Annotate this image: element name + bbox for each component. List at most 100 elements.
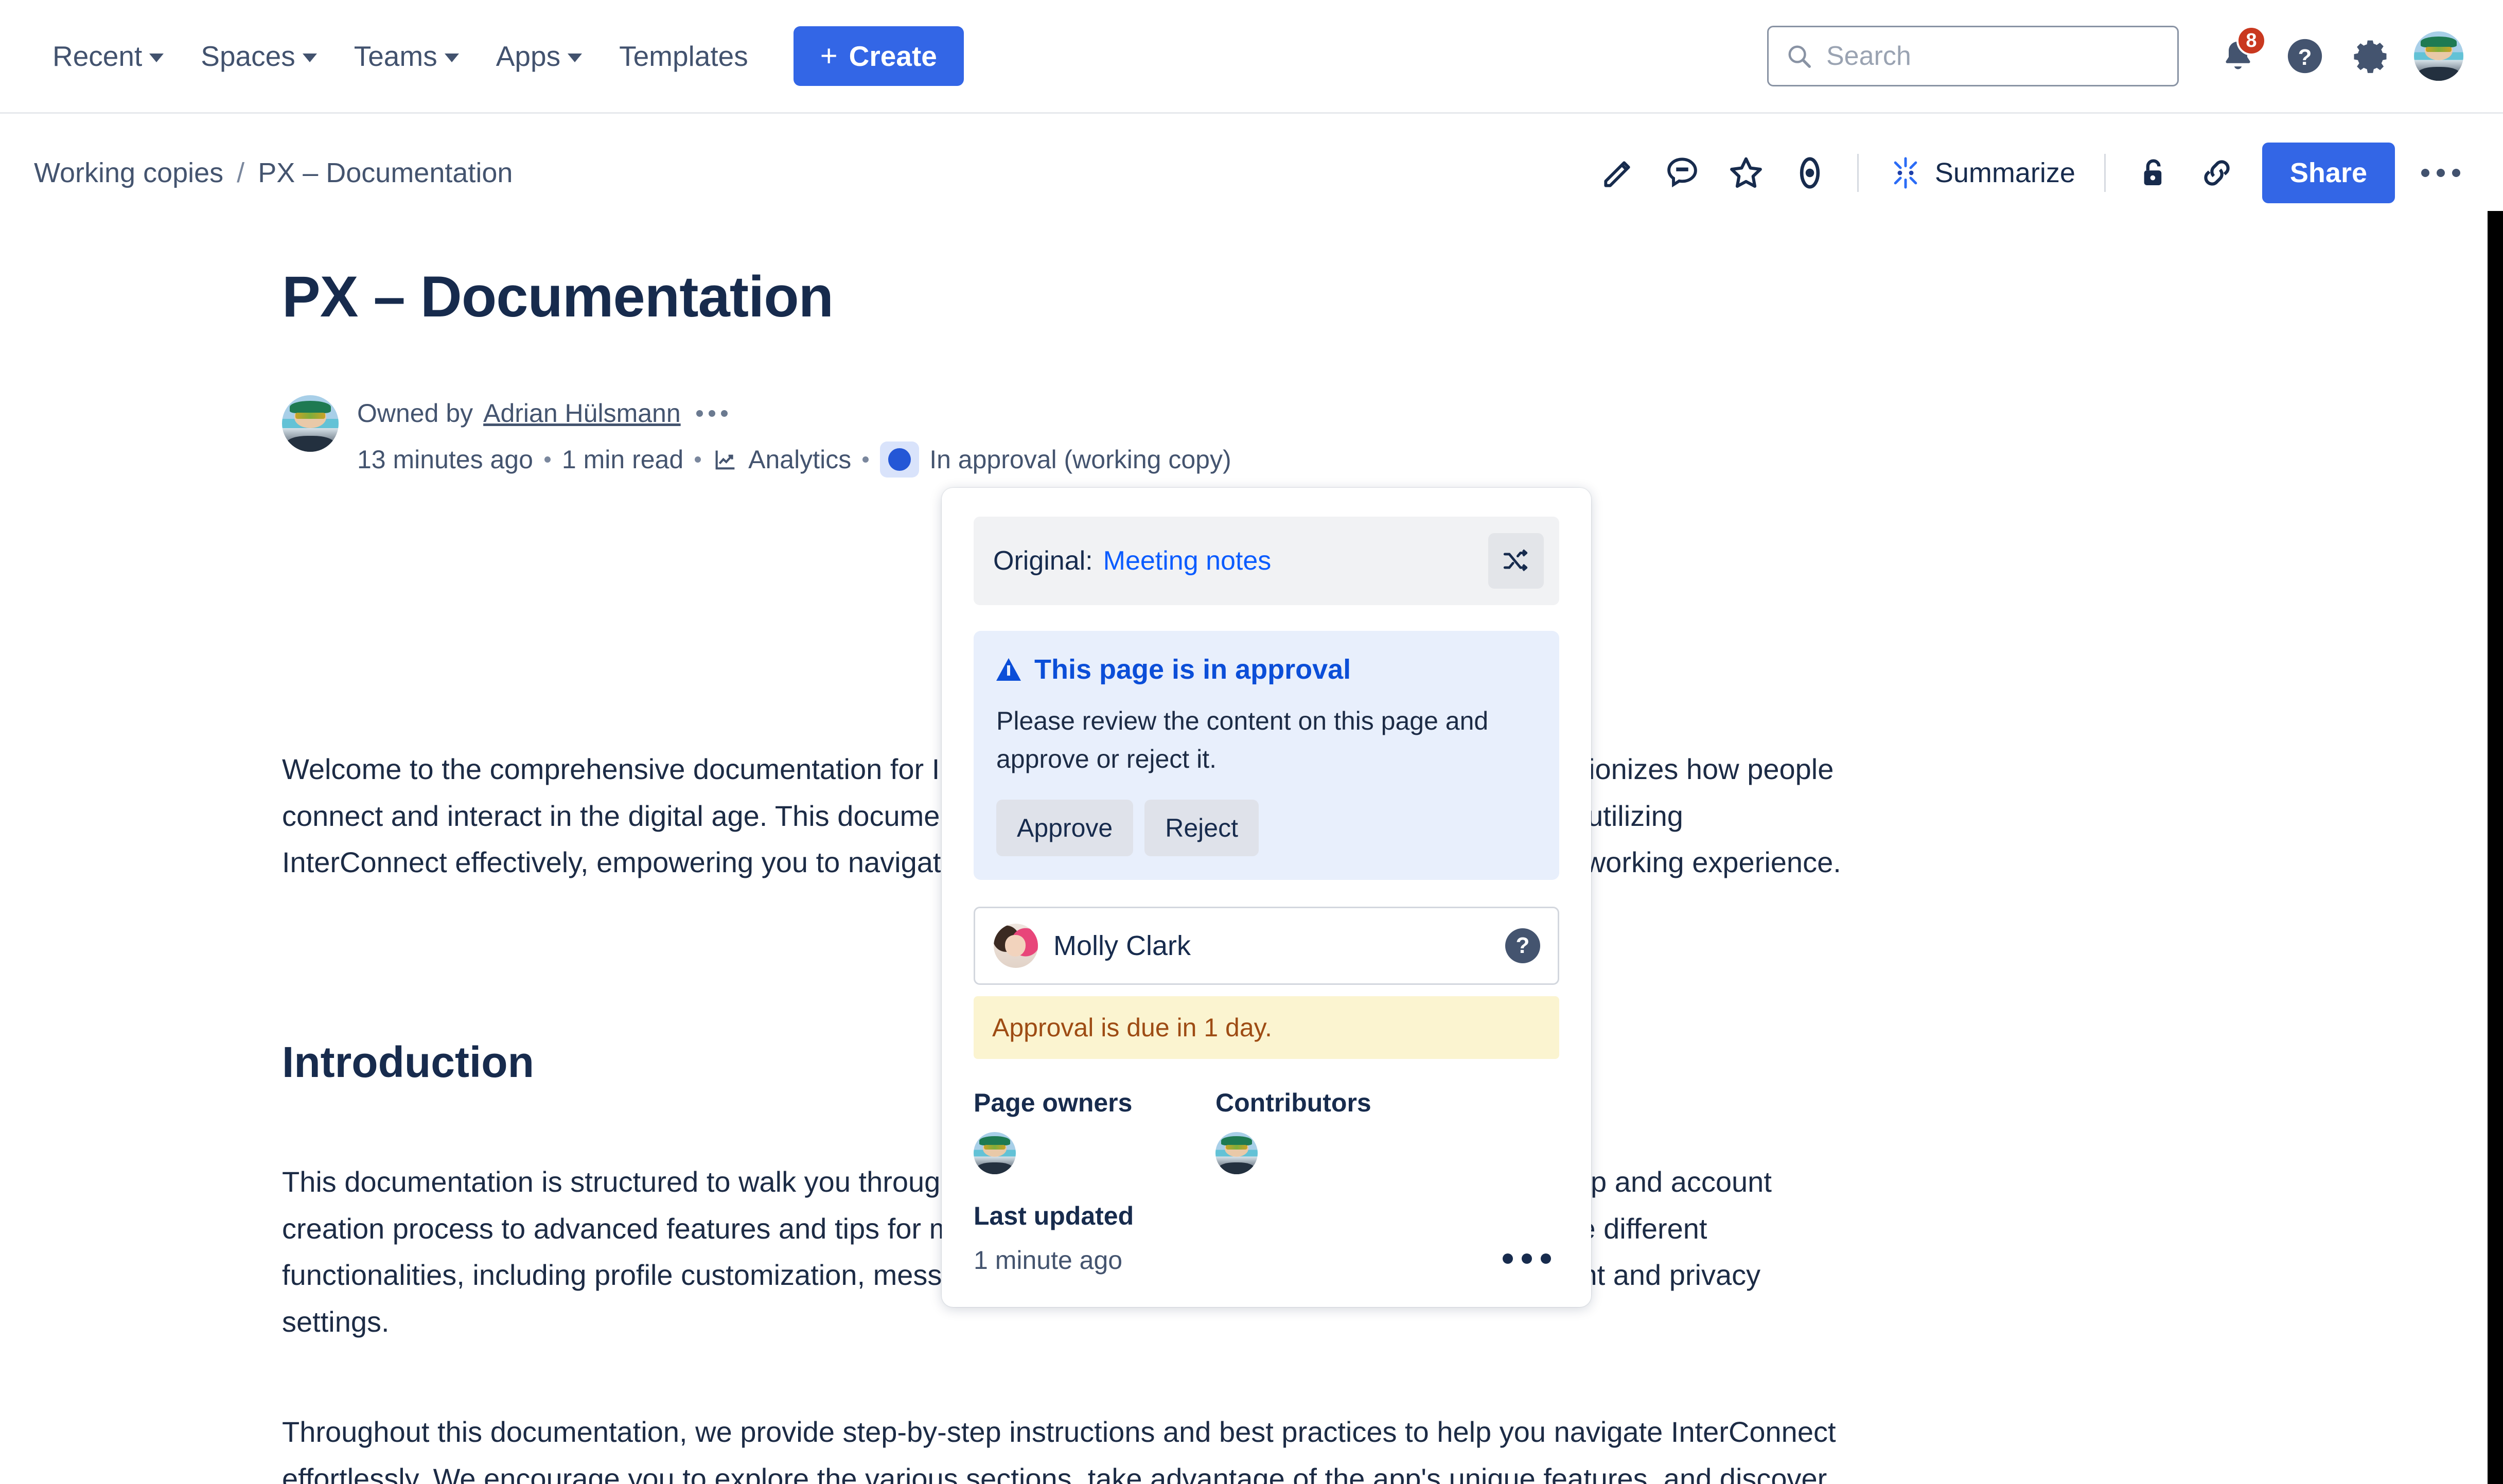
owner-avatar[interactable] (282, 395, 339, 452)
watch-star-button[interactable] (1714, 141, 1778, 205)
more-dot (1522, 1253, 1532, 1264)
create-button[interactable]: + Create (793, 26, 964, 86)
eye-watch-icon (1800, 156, 1820, 189)
status-badge[interactable]: In approval (working copy) (880, 441, 1231, 478)
approver-help-icon[interactable]: ? (1505, 928, 1540, 963)
primary-nav-items: Recent Spaces Teams Apps Templates + Cre… (0, 26, 964, 86)
last-updated-value: 1 minute ago (974, 1246, 1123, 1275)
avatar[interactable] (974, 1132, 1016, 1174)
page-actions: Summarize Share (1587, 141, 2503, 205)
share-button[interactable]: Share (2262, 142, 2395, 203)
contributors-title: Contributors (1215, 1088, 1371, 1117)
approval-actions: Approve Reject (996, 800, 1537, 856)
reject-button[interactable]: Reject (1144, 800, 1259, 856)
settings-button[interactable] (2338, 23, 2405, 90)
nav-item-recent[interactable]: Recent (34, 30, 182, 82)
nav-item-label: Apps (496, 40, 561, 72)
status-dot-icon (888, 448, 911, 471)
help-icon: ? (2287, 39, 2322, 74)
breadcrumb-current[interactable]: PX – Documentation (258, 157, 513, 189)
star-icon (1730, 157, 1762, 188)
last-updated-section: Last updated 1 minute ago (974, 1201, 1559, 1275)
byline-more-button[interactable] (696, 410, 728, 417)
help-button[interactable]: ? (2271, 23, 2338, 90)
global-navigation-bar: Recent Spaces Teams Apps Templates + Cre… (0, 0, 2503, 114)
approval-description: Please review the content on this page a… (996, 706, 1489, 773)
notifications-button[interactable]: 8 (2205, 23, 2271, 90)
page-owners-avatars (974, 1132, 1215, 1174)
page-action-bar: Working copies / PX – Documentation Summ… (0, 114, 2503, 232)
warning-icon (996, 658, 1021, 681)
edit-button[interactable] (1587, 141, 1650, 205)
people-section: Page owners Contributors (974, 1088, 1559, 1174)
chevron-down-icon (568, 53, 583, 62)
working-copy-approval-panel: Original: Meeting notes This page is in … (942, 488, 1591, 1307)
separator-dot (695, 456, 701, 463)
analytics-chart-icon (715, 450, 735, 470)
chevron-down-icon (444, 53, 459, 62)
read-time: 1 min read (561, 445, 684, 474)
page-scrollbar[interactable] (2488, 211, 2503, 1484)
owner-name-link[interactable]: Adrian Hülsmann (483, 398, 681, 428)
comment-icon (1667, 157, 1697, 187)
page-title: PX – Documentation (282, 264, 834, 329)
page-byline: Owned by Adrian Hülsmann 13 minutes ago … (282, 395, 1231, 478)
more-dot (720, 410, 728, 417)
approver-row[interactable]: Molly Clark ? (974, 907, 1559, 985)
last-updated-time: 13 minutes ago (357, 445, 533, 474)
notification-count-badge: 8 (2236, 26, 2266, 56)
nav-item-label: Recent (52, 40, 143, 72)
approver-avatar (994, 924, 1038, 968)
more-dot (1541, 1253, 1551, 1264)
nav-item-label: Templates (619, 40, 748, 72)
chevron-down-icon (302, 53, 317, 62)
nav-item-spaces[interactable]: Spaces (182, 30, 335, 82)
avatar (2414, 31, 2463, 81)
breadcrumb-parent[interactable]: Working copies (34, 157, 223, 189)
pencil-edit-icon (1604, 161, 1630, 187)
approval-notice: This page is in approval Please review t… (974, 631, 1559, 880)
compare-versions-button[interactable] (1488, 533, 1544, 589)
nav-item-templates[interactable]: Templates (601, 30, 767, 82)
more-dot (708, 410, 715, 417)
breadcrumb: Working copies / PX – Documentation (0, 157, 513, 189)
original-page-link[interactable]: Meeting notes (1103, 545, 1272, 576)
approval-heading-row: This page is in approval (996, 653, 1537, 685)
more-actions-button[interactable] (2407, 145, 2474, 201)
contributors-column: Contributors (1215, 1088, 1457, 1174)
summarize-label: Summarize (1934, 157, 2075, 188)
separator-dot (862, 456, 869, 463)
heading-introduction: Introduction (282, 1038, 534, 1086)
divider (1857, 153, 1859, 192)
restrictions-button[interactable] (2121, 141, 2185, 205)
plus-icon: + (820, 39, 838, 73)
link-icon (2204, 160, 2230, 186)
comments-button[interactable] (1650, 141, 1714, 205)
divider (2104, 153, 2106, 192)
due-notice: Approval is due in 1 day. (974, 996, 1559, 1059)
more-dot (696, 410, 703, 417)
more-dot (2421, 168, 2429, 177)
panel-more-actions-button[interactable] (1494, 1245, 1559, 1272)
nav-item-teams[interactable]: Teams (336, 30, 478, 82)
nav-item-apps[interactable]: Apps (478, 30, 601, 82)
approve-button[interactable]: Approve (996, 800, 1134, 856)
separator-dot (544, 456, 551, 463)
create-button-label: Create (849, 40, 937, 72)
approval-heading: This page is in approval (1034, 654, 1351, 685)
ai-sparkle-icon (1894, 157, 1917, 188)
search-input[interactable]: Search (1767, 26, 2179, 86)
original-page-row: Original: Meeting notes (974, 517, 1559, 605)
search-icon (1788, 45, 1811, 68)
avatar[interactable] (1215, 1132, 1258, 1174)
analytics-label: Analytics (748, 445, 852, 474)
more-dot (2452, 168, 2460, 177)
original-label: Original: (993, 546, 1093, 576)
watch-button[interactable] (1778, 141, 1842, 205)
copy-link-button[interactable] (2185, 141, 2249, 205)
analytics-link[interactable]: Analytics (712, 445, 851, 474)
nav-utilities: Search 8 ? (1767, 23, 2503, 90)
profile-button[interactable] (2405, 23, 2472, 90)
share-button-label: Share (2289, 157, 2367, 188)
summarize-button[interactable]: Summarize (1874, 146, 2089, 200)
